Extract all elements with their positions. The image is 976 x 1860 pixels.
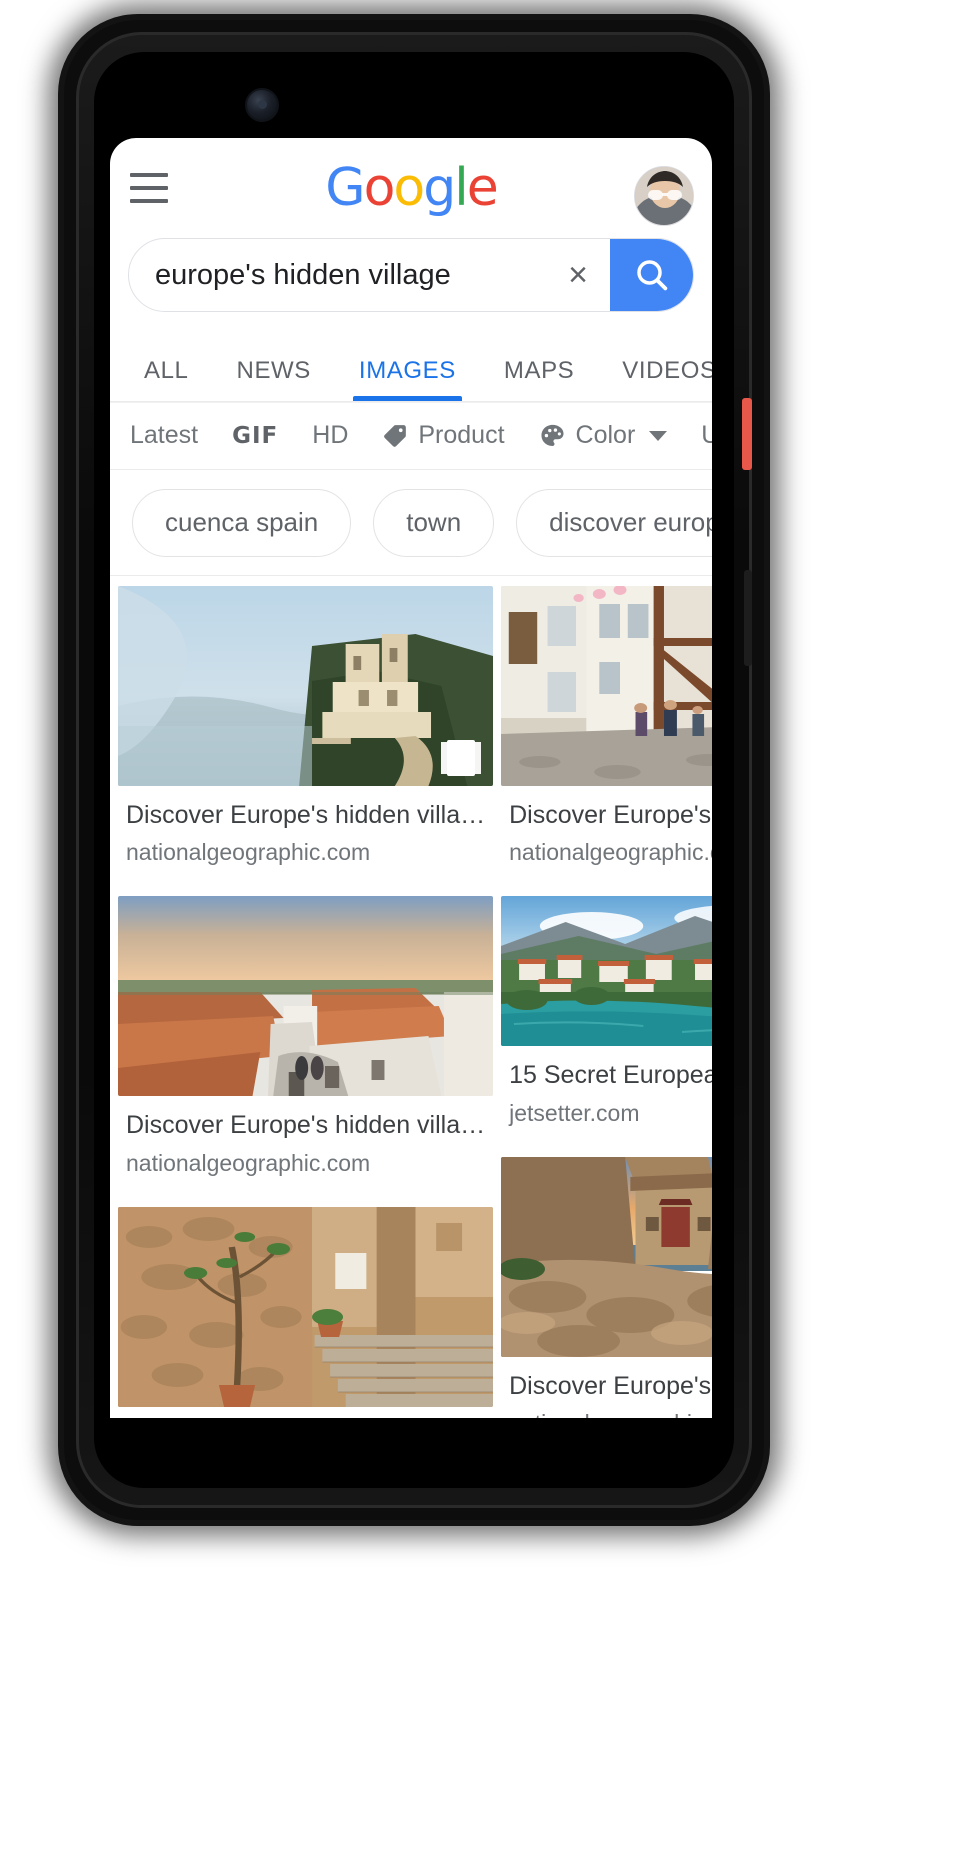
search-input[interactable]	[129, 258, 546, 292]
stone-stairs-image	[118, 1206, 494, 1407]
filter-color[interactable]: Color	[539, 421, 668, 450]
logo-letter-4: g	[423, 158, 456, 218]
gif-badge-icon	[447, 740, 476, 776]
search-box[interactable]: ×	[128, 238, 694, 312]
result-thumbnail[interactable]	[118, 586, 494, 786]
filter-product[interactable]: Product	[382, 421, 505, 450]
result-title[interactable]: Discover Europe's hidden villa…	[501, 800, 712, 831]
castle-fog-image	[118, 586, 494, 786]
result-source: jetsetter.com	[509, 1099, 640, 1126]
result-title[interactable]: Discover Europe's hidden villa…	[118, 800, 493, 831]
tab-news[interactable]: NEWS	[213, 357, 335, 401]
alsace-street-image	[501, 586, 712, 786]
filter-latest[interactable]: Latest	[130, 421, 198, 450]
filter-product-label: Product	[418, 421, 505, 449]
app-header: Google	[110, 138, 712, 238]
menu-icon[interactable]	[130, 173, 168, 203]
result-title[interactable]: Discover Europe's hidden villa…	[501, 1371, 712, 1402]
search-row: ×	[110, 238, 712, 312]
palette-icon	[541, 424, 564, 446]
logo-letter-1: G	[325, 158, 365, 218]
front-camera-icon	[245, 88, 279, 122]
result-thumbnail[interactable]	[501, 586, 712, 786]
tab-all[interactable]: ALL	[120, 357, 213, 401]
river-town-image	[501, 896, 712, 1047]
image-results-grid: Discover Europe's hidden villa… national…	[110, 576, 712, 1418]
search-button[interactable]	[610, 239, 693, 311]
results-column-right: Discover Europe's hidden villa… national…	[501, 586, 712, 1418]
filter-usage-rights-label: Usage Rights	[701, 421, 712, 450]
results-column-left: Discover Europe's hidden villa… national…	[118, 586, 494, 1419]
screenshot-root: Google ×	[0, 0, 976, 1860]
result-title[interactable]: 15 Secret European Villages …	[501, 1060, 712, 1091]
clear-icon[interactable]: ×	[546, 239, 610, 311]
white-village-sunset-image	[118, 896, 494, 1097]
avatar[interactable]	[634, 166, 694, 226]
chevron-down-icon	[649, 430, 668, 441]
logo-letter-5: l	[454, 158, 469, 218]
chip-cuenca-spain[interactable]: cuenca spain	[132, 488, 352, 557]
suggestion-chip-row[interactable]: cuenca spain town discover europe mo	[110, 470, 712, 576]
result-thumbnail[interactable]	[118, 896, 494, 1097]
result-thumbnail[interactable]	[118, 1206, 494, 1407]
logo-letter-3: o	[393, 158, 425, 218]
result-thumbnail[interactable]	[501, 1156, 712, 1357]
result-card[interactable]: Discover Europe's hidden villa… national…	[118, 896, 494, 1176]
result-card[interactable]: Discover Europe's hidden villa… national…	[501, 586, 712, 866]
filter-latest-label: Latest	[130, 421, 199, 449]
volume-button[interactable]	[744, 570, 752, 666]
filter-usage-rights[interactable]: Usage Rights	[701, 421, 712, 450]
result-card[interactable]: Discover Europe's hidden villa… national…	[501, 1156, 712, 1418]
result-card[interactable]: 15 Secret European Villages … jetsetter.…	[501, 896, 712, 1126]
result-source: nationalgeographic.com	[126, 1149, 371, 1176]
tab-images[interactable]: IMAGES	[335, 357, 480, 401]
filter-color-label: Color	[575, 421, 636, 449]
search-icon	[637, 260, 668, 291]
filter-gif-label: GIF	[232, 422, 279, 449]
filter-hd-label: HD	[312, 421, 349, 449]
logo-letter-2: o	[363, 158, 396, 218]
result-source: nationalgeographic.com	[509, 839, 712, 866]
tab-bar[interactable]: ALL NEWS IMAGES MAPS VIDEOS SHOPPING	[110, 328, 712, 402]
tab-videos[interactable]: VIDEOS	[598, 357, 712, 401]
filter-hd[interactable]: HD	[312, 421, 348, 450]
google-logo: Google	[110, 158, 712, 218]
result-thumbnail[interactable]	[501, 896, 712, 1047]
google-images-app: Google ×	[110, 138, 712, 1418]
result-card[interactable]: Discover Europe's hidden villa… national…	[118, 586, 494, 866]
chip-town[interactable]: town	[373, 488, 495, 557]
chip-discover-europe[interactable]: discover europe	[516, 488, 712, 557]
result-source: nationalgeographic.com	[501, 1410, 712, 1418]
result-source: nationalgeographic.com	[126, 839, 371, 866]
tab-maps[interactable]: MAPS	[480, 357, 598, 401]
monemvasia-sunset-image	[501, 1156, 712, 1357]
filter-gif[interactable]: GIF	[232, 423, 278, 449]
power-button[interactable]	[742, 398, 752, 470]
filter-bar[interactable]: Latest GIF HD Product Color	[110, 402, 712, 470]
result-card[interactable]: Lesser-Known Destinations i… nationalgeo…	[118, 1206, 494, 1419]
logo-letter-6: e	[466, 158, 499, 218]
tag-icon	[384, 424, 407, 447]
result-title[interactable]: Discover Europe's hidden villa…	[118, 1110, 493, 1141]
